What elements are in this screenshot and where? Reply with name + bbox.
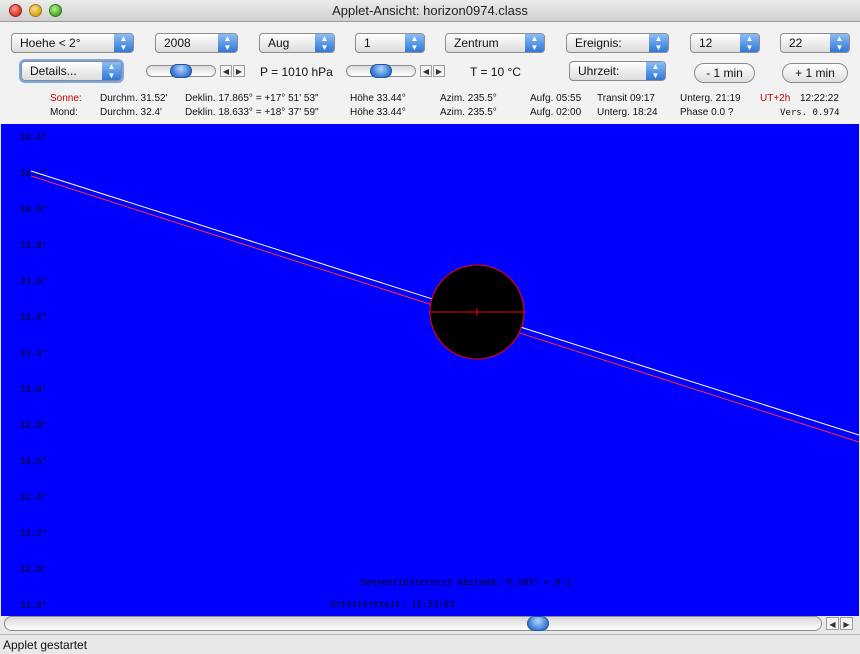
- year-select[interactable]: 2008 ▲ ▼: [155, 33, 238, 53]
- moon-set: Unterg. 18:24: [597, 107, 658, 118]
- temperature-slider[interactable]: ◀ ▶: [346, 64, 446, 78]
- left-arrow-icon[interactable]: ◀: [826, 617, 839, 630]
- eclipse-text: Sonnenfinsternis? Abstand: 0.103° = 6.2': [360, 578, 577, 588]
- clock-readout: 12:22:22: [800, 93, 839, 104]
- pressure-label: P = 1010 hPa: [260, 65, 333, 79]
- sun-transit: Transit 09:17: [597, 93, 655, 104]
- minute-select[interactable]: 22 ▲ ▼: [780, 33, 850, 53]
- temperature-slider-thumb[interactable]: [370, 64, 392, 78]
- altitude-tick-label: 32.8°: [20, 421, 47, 431]
- right-arrow-icon[interactable]: ▶: [233, 65, 245, 77]
- status-bar: Applet gestartet: [0, 634, 860, 654]
- select-arrows-icon: ▲ ▼: [315, 34, 334, 52]
- scrollbar-track[interactable]: [4, 616, 822, 631]
- minus-minute-button[interactable]: - 1 min: [694, 63, 755, 83]
- hour-select[interactable]: 12 ▲ ▼: [690, 33, 760, 53]
- sun-set: Unterg. 21:19: [680, 93, 741, 104]
- horizontal-scrollbar[interactable]: ◀ ▶: [4, 616, 856, 631]
- pressure-slider-thumb[interactable]: [170, 64, 192, 78]
- time-select[interactable]: Uhrzeit: ▲ ▼: [569, 61, 666, 81]
- altitude-tick-label: 33.2°: [20, 349, 47, 359]
- select-arrows-icon: ▲ ▼: [525, 34, 544, 52]
- title-bar: Applet-Ansicht: horizon0974.class: [0, 0, 860, 22]
- moon-rise: Aufg. 02:00: [530, 107, 582, 118]
- moon-label: Mond:: [50, 107, 78, 118]
- select-arrows-icon: ▲ ▼: [218, 34, 237, 52]
- version-label: Vers. 0.974: [780, 108, 840, 118]
- moon-diameter: Durchm. 32.4': [100, 107, 162, 118]
- altitude-tick-label: 34.2°: [20, 169, 47, 179]
- moon-altitude: Höhe 33.44°: [350, 107, 406, 118]
- sun-diameter: Durchm. 31.52': [100, 93, 168, 104]
- height-select[interactable]: Hoehe < 2° ▲ ▼: [11, 33, 134, 53]
- event-select[interactable]: Ereignis: ▲ ▼: [566, 33, 669, 53]
- left-arrow-icon[interactable]: ◀: [220, 65, 232, 77]
- select-arrows-icon: ▲ ▼: [649, 34, 668, 52]
- right-arrow-icon[interactable]: ▶: [433, 65, 445, 77]
- altitude-tick-label: 33.6°: [20, 277, 47, 287]
- altitude-tick-label: 33.0°: [20, 385, 47, 395]
- sun-azimuth: Azim. 235.5°: [440, 93, 497, 104]
- altitude-tick-label: 32.4°: [20, 493, 47, 503]
- sun-label: Sonne:: [50, 93, 82, 104]
- altitude-tick-label: 31.8°: [20, 601, 47, 611]
- sky-view[interactable]: 34.4° 34.2° 34.0° 33.8° 33.6° 33.4° 33.2° 33.0°…: [1, 124, 859, 616]
- altitude-tick-label: 33.4°: [20, 313, 47, 323]
- month-select[interactable]: Aug ▲ ▼: [259, 33, 335, 53]
- altitude-tick-label: 33.8°: [20, 241, 47, 251]
- right-arrow-icon[interactable]: ▶: [840, 617, 853, 630]
- altitude-tick-label: 34.4°: [20, 133, 47, 143]
- select-arrows-icon: ▲ ▼: [405, 34, 424, 52]
- sun-altitude: Höhe 33.44°: [350, 93, 406, 104]
- window-title: Applet-Ansicht: horizon0974.class: [332, 3, 528, 18]
- altitude-tick-label: 32.0°: [20, 565, 47, 575]
- select-arrows-icon: ▲ ▼: [114, 34, 133, 52]
- temperature-label: T = 10 °C: [470, 65, 521, 79]
- sidereal-time-text: Ortssternzeit: 11:53:03: [330, 600, 455, 610]
- sun-rise: Aufg. 05:55: [530, 93, 582, 104]
- scrollbar-thumb[interactable]: [527, 616, 549, 631]
- altitude-tick-label: 32.6°: [20, 457, 47, 467]
- altitude-tick-label: 34.0°: [20, 205, 47, 215]
- select-arrows-icon: ▲ ▼: [102, 62, 121, 80]
- sky-canvas: 34.4° 34.2° 34.0° 33.8° 33.6° 33.4° 33.2° 33.0°…: [20, 133, 859, 611]
- moon-azimuth: Azim. 235.5°: [440, 107, 497, 118]
- left-arrow-icon[interactable]: ◀: [420, 65, 432, 77]
- moon-declination: Deklin. 18.633° = +18° 37' 59": [185, 107, 319, 118]
- moon-phase: Phase 0.0 ?: [680, 107, 734, 118]
- day-select[interactable]: 1 ▲ ▼: [355, 33, 425, 53]
- timezone-label: UT+2h: [760, 93, 791, 104]
- details-select[interactable]: Details... ▲ ▼: [21, 61, 122, 81]
- altitude-tick-label: 32.2°: [20, 529, 47, 539]
- select-arrows-icon: ▲ ▼: [740, 34, 759, 52]
- altitude-axis: 34.4° 34.2° 34.0° 33.8° 33.6° 33.4° 33.2° 33.0°…: [20, 133, 47, 611]
- select-arrows-icon: ▲ ▼: [830, 34, 849, 52]
- center-select[interactable]: Zentrum ▲ ▼: [445, 33, 545, 53]
- sun-declination: Deklin. 17.865° = +17° 51' 53": [185, 93, 319, 104]
- status-text: Applet gestartet: [3, 638, 88, 652]
- pressure-slider[interactable]: ◀ ▶: [146, 64, 246, 78]
- select-arrows-icon: ▲ ▼: [646, 62, 665, 80]
- plus-minute-button[interactable]: + 1 min: [782, 63, 848, 83]
